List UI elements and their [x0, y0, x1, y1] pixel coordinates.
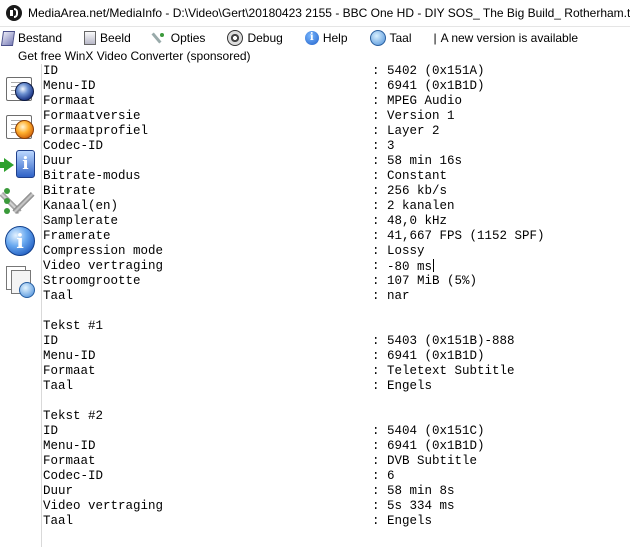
view-icon — [84, 31, 97, 45]
section-heading-text-1: Tekst #1 — [43, 319, 104, 333]
menu-help-label: Help — [322, 31, 348, 45]
menu-file[interactable]: Bestand — [0, 30, 63, 46]
media-info-text-view[interactable]: ID:5402 (0x151A) Menu-ID:6941 (0x1B1D) F… — [41, 64, 630, 547]
menu-view-label: Beeld — [100, 31, 131, 45]
menu-help[interactable]: i Help — [304, 31, 348, 45]
open-folder-icon[interactable] — [3, 108, 35, 140]
menu-language[interactable]: Taal — [369, 30, 412, 46]
info-row: Menu-ID:6941 (0x1B1D) — [43, 439, 485, 453]
menu-file-label: Bestand — [18, 31, 63, 45]
info-row: Codec-ID:6 — [43, 469, 395, 483]
menu-options-label: Opties — [170, 31, 206, 45]
info-row: Menu-ID:6941 (0x1B1D) — [43, 349, 485, 363]
debug-icon — [227, 30, 244, 46]
text-caret — [433, 259, 435, 272]
info-row: Formaat: DVB Subtitle — [43, 454, 478, 468]
title-bar: MediaArea.net/MediaInfo - D:\Video\Gert\… — [0, 0, 630, 27]
menu-language-label: Taal — [389, 31, 412, 45]
info-row: Stroomgrootte:107 MiB (5%) — [43, 274, 478, 288]
info-row: Bitrate-modus: Constant — [43, 169, 448, 183]
mediainfo-app-icon — [6, 5, 22, 21]
file-icon — [0, 30, 16, 46]
language-globe-icon — [369, 30, 386, 46]
info-row: Formaat: MPEG Audio — [43, 94, 463, 108]
menu-debug-label: Debug — [247, 31, 283, 45]
info-row: Duur:58 min 8s — [43, 484, 455, 498]
info-row: ID:5402 (0x151A) — [43, 64, 485, 78]
info-row: Compression mode: Lossy — [43, 244, 425, 258]
menu-bar: Bestand Beeld Opties Debug i Help Taal |… — [0, 27, 630, 49]
help-icon: i — [304, 31, 319, 45]
menu-debug[interactable]: Debug — [227, 30, 283, 46]
sidebar-toolbar: i i — [0, 64, 40, 547]
info-row: Video vertraging: -80 ms — [43, 259, 435, 274]
multiple-files-icon[interactable] — [3, 266, 35, 298]
info-row: Menu-ID:6941 (0x1B1D) — [43, 79, 485, 93]
info-row: Taal: Engels — [43, 514, 433, 528]
info-row: Formaat: Teletext Subtitle — [43, 364, 515, 378]
info-row: Bitrate:256 kb/s — [43, 184, 448, 198]
new-version-link[interactable]: A new version is available — [441, 31, 578, 45]
export-icon[interactable]: i — [0, 148, 35, 180]
menu-view[interactable]: Beeld — [84, 31, 131, 45]
info-row: ID:5403 (0x151B)-888 — [43, 334, 515, 348]
info-row: Codec-ID:3 — [43, 139, 395, 153]
open-file-icon[interactable] — [3, 70, 35, 102]
window-title: MediaArea.net/MediaInfo - D:\Video\Gert\… — [28, 6, 630, 20]
info-row: Kanaal(en):2 kanalen — [43, 199, 455, 213]
info-row: Formaatversie: Version 1 — [43, 109, 455, 123]
info-row: Formaatprofiel: Layer 2 — [43, 124, 440, 138]
menu-separator: | — [433, 31, 437, 45]
info-row: Video vertraging:5s 334 ms — [43, 499, 455, 513]
info-row: Taal: Engels — [43, 379, 433, 393]
preferences-icon[interactable] — [3, 186, 35, 218]
menu-options[interactable]: Opties — [153, 31, 206, 45]
section-heading-text-2: Tekst #2 — [43, 409, 104, 423]
info-row: Duur:58 min 16s — [43, 154, 463, 168]
about-icon[interactable]: i — [3, 226, 35, 258]
info-row: Framerate:41,667 FPS (1152 SPF) — [43, 229, 545, 243]
info-row: Samplerate:48,0 kHz — [43, 214, 448, 228]
sponsored-promo-link[interactable]: Get free WinX Video Converter (sponsored… — [18, 49, 251, 64]
info-row: ID:5404 (0x151C) — [43, 424, 485, 438]
info-row: Taal: nar — [43, 289, 410, 303]
options-icon — [153, 31, 167, 45]
